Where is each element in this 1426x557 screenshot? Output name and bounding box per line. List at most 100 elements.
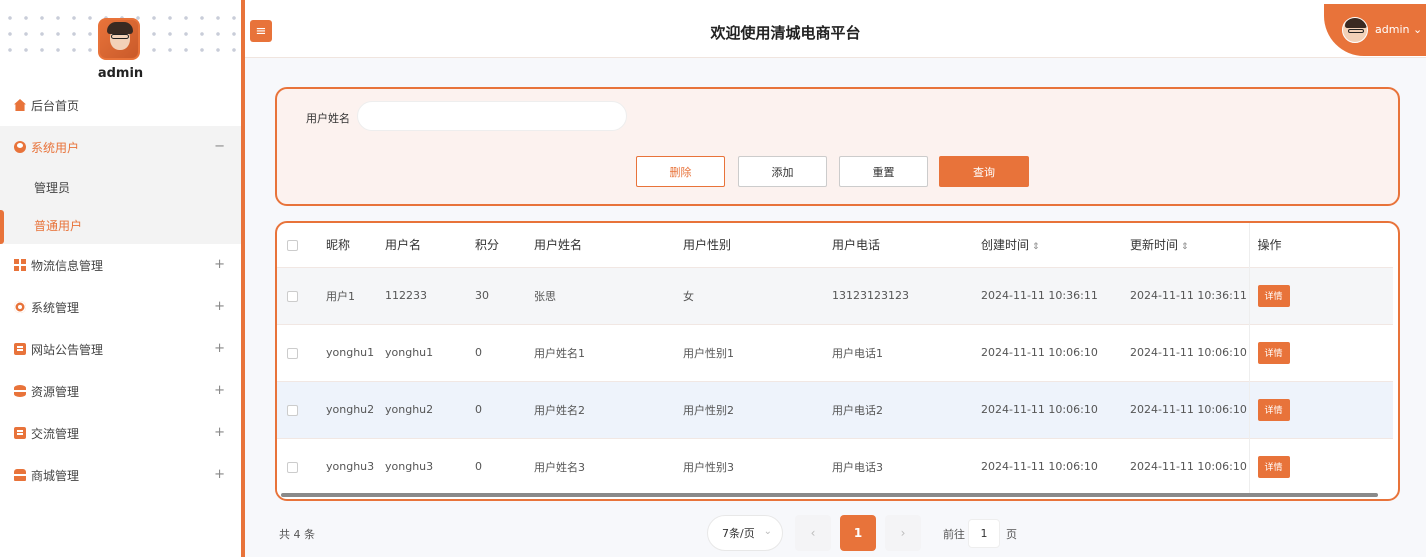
cell-nickname: yonghu1: [326, 346, 375, 359]
sidebar-item-home[interactable]: 后台首页: [0, 84, 241, 126]
cell-phone: 用户电话3: [832, 460, 883, 474]
expand-icon[interactable]: +: [214, 425, 225, 440]
sort-icon[interactable]: ⇕: [1032, 242, 1040, 252]
col-nickname: 昵称: [326, 238, 351, 253]
col-points: 积分: [475, 238, 500, 253]
sidebar-subitem-normal-users[interactable]: 普通用户: [0, 206, 241, 244]
page-size-select[interactable]: 7条/页 ⌄: [707, 515, 783, 551]
cell-gender: 女: [683, 289, 694, 303]
select-all-checkbox[interactable]: [287, 239, 298, 251]
user-table-panel: 昵称 用户名 积分 用户姓名 用户性别 用户电话 创建时间 ⇕ 更新时间 ⇕ 操作 …: [275, 221, 1400, 501]
cell-realname: 张思: [534, 289, 556, 303]
cell-created: 2024-11-11 10:06:10: [981, 346, 1098, 359]
col-updated[interactable]: 更新时间 ⇕: [1130, 223, 1249, 267]
sidebar-subitem-label: 普通用户: [34, 218, 83, 233]
cell-gender: 用户性别1: [683, 346, 734, 360]
cell-created: 2024-11-11 10:06:10: [981, 460, 1098, 474]
expand-icon[interactable]: +: [214, 299, 225, 314]
sidebar: admin 后台首页 系统用户 − 管理员 普通用户 物流信息管理 + 系统管理…: [0, 0, 241, 557]
add-button[interactable]: 添加: [738, 156, 827, 187]
cell-points: 0: [475, 346, 482, 359]
database-icon: [14, 385, 26, 397]
col-updated-label: 更新时间: [1130, 238, 1179, 253]
row-select-cell: [277, 267, 326, 324]
reset-button[interactable]: 重置: [839, 156, 928, 187]
page-size-value: 7条/页: [722, 527, 755, 540]
delete-button[interactable]: 删除: [636, 156, 725, 187]
row-select-cell: [277, 324, 326, 381]
detail-button[interactable]: 详情: [1257, 398, 1290, 421]
search-label: 用户姓名: [306, 112, 350, 125]
page-title: 欢迎使用清城电商平台: [710, 24, 861, 42]
expand-icon[interactable]: +: [214, 341, 225, 356]
cell-updated: 2024-11-11 10:36:11: [1130, 289, 1247, 302]
user-menu[interactable]: admin ⌄: [1324, 4, 1426, 56]
cell-username: yonghu3: [385, 460, 434, 474]
sidebar-item-logistics[interactable]: 物流信息管理 +: [0, 244, 241, 286]
cell-created: 2024-11-11 10:36:11: [981, 289, 1098, 302]
expand-icon[interactable]: +: [214, 257, 225, 272]
cell-realname: 用户姓名3: [534, 460, 585, 474]
next-page-button[interactable]: ›: [885, 515, 921, 551]
expand-icon[interactable]: +: [214, 383, 225, 398]
main-content: 用户姓名 删除 添加 重置 查询 昵称 用户名 积分 用户姓名 用户性别 用户电…: [245, 58, 1426, 557]
top-header: ≡ 欢迎使用清城电商平台 admin ⌄: [245, 0, 1426, 58]
row-select-cell: [277, 381, 326, 438]
sidebar-item-label: 后台首页: [31, 98, 80, 113]
sort-icon[interactable]: ⇕: [1181, 242, 1189, 252]
col-created[interactable]: 创建时间 ⇕: [981, 223, 1130, 267]
table-row: yonghu2 yonghu2 0 用户姓名2 用户性别2 用户电话2 2024…: [277, 381, 1393, 438]
query-button[interactable]: 查询: [939, 156, 1029, 187]
sidebar-item-system[interactable]: 系统管理 +: [0, 286, 241, 328]
sidebar-item-announcements[interactable]: 网站公告管理 +: [0, 328, 241, 370]
cell-op: 详情: [1248, 267, 1393, 324]
avatar-hair: [1345, 18, 1367, 28]
detail-button[interactable]: 详情: [1257, 455, 1290, 478]
cell-nickname: yonghu3: [326, 460, 375, 474]
col-op: 操作: [1248, 223, 1393, 267]
document-icon: [14, 343, 26, 355]
row-checkbox[interactable]: [287, 404, 298, 416]
table-row: yonghu1 yonghu1 0 用户姓名1 用户性别1 用户电话1 2024…: [277, 324, 1393, 381]
collapse-icon[interactable]: −: [214, 139, 225, 154]
cell-phone: 用户电话2: [832, 403, 883, 417]
col-realname: 用户姓名: [534, 238, 583, 253]
user-table: 昵称 用户名 积分 用户姓名 用户性别 用户电话 创建时间 ⇕ 更新时间 ⇕ 操作 …: [277, 223, 1393, 495]
sidebar-item-resources[interactable]: 资源管理 +: [0, 370, 241, 412]
sidebar-subitem-admins[interactable]: 管理员: [0, 168, 241, 206]
avatar[interactable]: [98, 18, 140, 60]
chevron-down-icon: ⌄: [763, 526, 772, 537]
cell-points: 0: [475, 403, 482, 416]
table-row: 用户1 112233 30 张思 女 13123123123 2024-11-1…: [277, 267, 1393, 324]
sidebar-item-system-users[interactable]: 系统用户 −: [0, 126, 241, 168]
page-1-button[interactable]: 1: [840, 515, 876, 551]
prev-page-button[interactable]: ‹: [795, 515, 831, 551]
sidebar-item-shop[interactable]: 商城管理 +: [0, 454, 241, 496]
cell-realname: 用户姓名1: [534, 346, 585, 360]
horizontal-scrollbar[interactable]: [281, 493, 1378, 497]
row-checkbox[interactable]: [287, 290, 298, 302]
cell-realname: 用户姓名2: [534, 403, 585, 417]
sidebar-item-label: 网站公告管理: [31, 342, 104, 357]
select-all-cell: [277, 223, 326, 267]
cell-phone: 用户电话1: [832, 346, 883, 360]
cell-created: 2024-11-11 10:06:10: [981, 403, 1098, 416]
row-checkbox[interactable]: [287, 461, 298, 473]
goto-suffix: 页: [1006, 528, 1017, 541]
search-input[interactable]: [357, 101, 627, 131]
cell-updated: 2024-11-11 10:06:10: [1130, 403, 1247, 416]
home-icon: [14, 99, 26, 111]
sidebar-username: admin: [97, 66, 144, 81]
expand-icon[interactable]: +: [214, 467, 225, 482]
sidebar-item-communication[interactable]: 交流管理 +: [0, 412, 241, 454]
detail-button[interactable]: 详情: [1257, 341, 1290, 364]
avatar-glasses: [1348, 29, 1364, 33]
sidebar-item-label: 资源管理: [31, 384, 80, 399]
total-count: 共 4 条: [279, 528, 315, 541]
row-checkbox[interactable]: [287, 347, 298, 359]
detail-button[interactable]: 详情: [1257, 284, 1290, 307]
goto-page-input[interactable]: 1: [968, 519, 1000, 548]
sidebar-item-label: 系统用户: [31, 140, 80, 155]
cell-op: 详情: [1248, 324, 1393, 381]
cell-op: 详情: [1248, 438, 1393, 495]
